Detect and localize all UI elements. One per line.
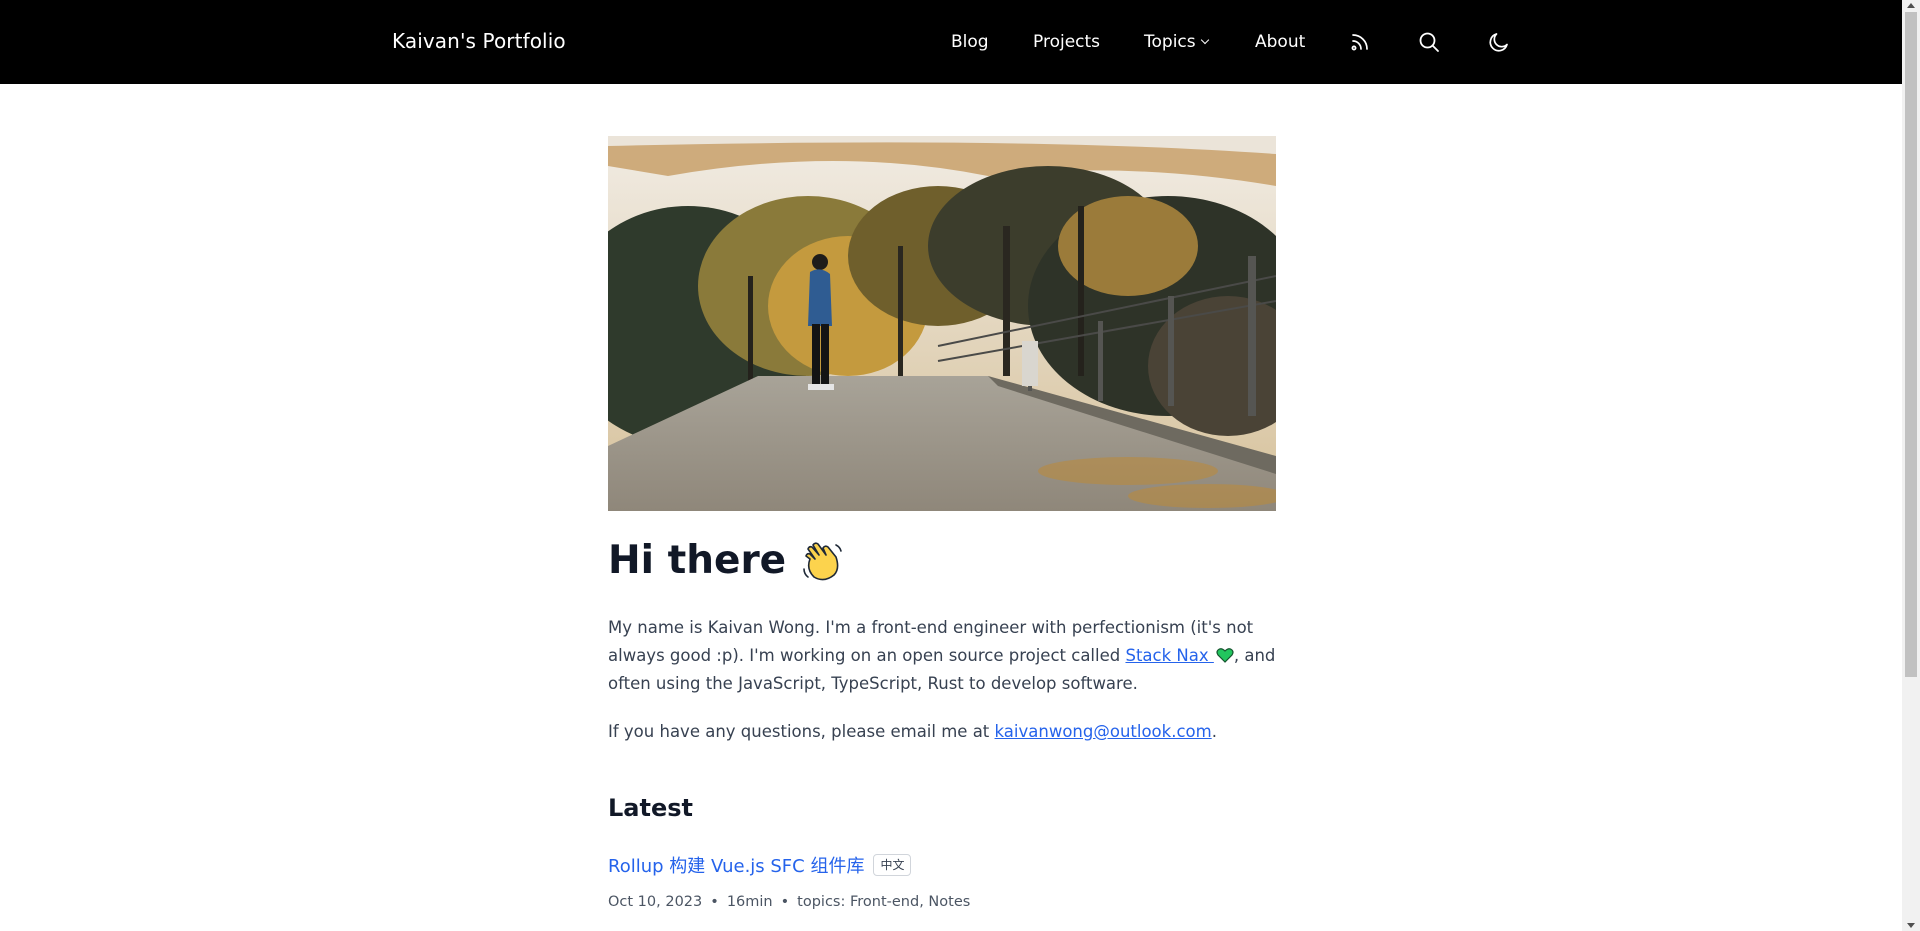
post-title-link[interactable]: Rollup 构建 Vue.js SFC 组件库 中文: [608, 852, 912, 878]
contact-paragraph: If you have any questions, please email …: [608, 718, 1288, 746]
waving-hand-icon: [800, 539, 844, 583]
post-meta: Oct 10, 2023 • 16min • topics: Front-end, No…: [608, 894, 970, 910]
moon-icon[interactable]: [1487, 30, 1511, 54]
search-icon[interactable]: [1417, 30, 1441, 54]
hero-image: [608, 136, 1276, 511]
scroll-up-arrow-icon[interactable]: [1907, 3, 1915, 8]
post-topics: topics: Front-end, Notes: [797, 894, 971, 910]
contact-prefix: If you have any questions, please email …: [608, 722, 995, 741]
rss-icon[interactable]: [1348, 30, 1372, 54]
brand-link[interactable]: Kaivan's Portfolio: [392, 29, 566, 53]
stack-nax-link-label: Stack Nax: [1125, 646, 1214, 665]
nav-projects[interactable]: Projects: [1033, 0, 1100, 84]
nav-topics-label: Topics: [1144, 32, 1196, 52]
latest-heading: Latest: [608, 794, 693, 822]
scroll-down-arrow-icon[interactable]: [1907, 923, 1915, 928]
scrollbar[interactable]: [1902, 0, 1920, 931]
scrollbar-thumb[interactable]: [1905, 12, 1917, 677]
greeting-text: Hi there: [608, 538, 787, 583]
lang-badge: 中文: [873, 854, 912, 876]
post-title: Rollup 构建 Vue.js SFC 组件库: [608, 856, 865, 877]
nav-blog[interactable]: Blog: [951, 0, 989, 84]
contact-suffix: .: [1211, 722, 1217, 741]
nav-topics[interactable]: Topics: [1144, 0, 1209, 84]
page-title: Hi there: [608, 538, 844, 583]
email-link[interactable]: kaivanwong@outlook.com: [995, 722, 1212, 741]
separator-dot: •: [710, 894, 719, 910]
nav-about[interactable]: About: [1255, 0, 1305, 84]
chevron-down-icon: [1200, 35, 1209, 45]
post-read-time: 16min: [726, 894, 773, 910]
green-heart-icon: [1216, 644, 1234, 663]
intro-paragraph: My name is Kaivan Wong. I'm a front-end …: [608, 614, 1288, 698]
separator-dot: •: [780, 894, 790, 910]
site-header: Kaivan's Portfolio Blog Projects Topics …: [0, 0, 1902, 84]
stack-nax-link[interactable]: Stack Nax: [1125, 644, 1234, 665]
post-date: Oct 10, 2023: [608, 894, 703, 910]
